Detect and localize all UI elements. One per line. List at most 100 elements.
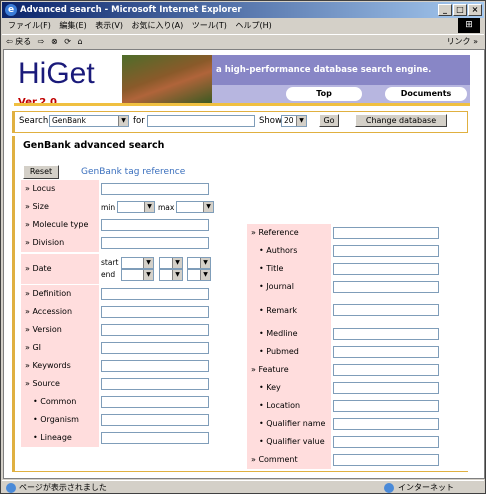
refresh-icon[interactable]: ⟳: [64, 37, 71, 46]
menu-help[interactable]: ヘルプ(H): [235, 21, 271, 30]
zone-text: インターネット: [398, 483, 454, 492]
keywords-input[interactable]: [101, 360, 209, 372]
database-select[interactable]: GenBank ▼: [49, 115, 129, 127]
reset-button[interactable]: Reset: [23, 165, 59, 179]
field-label: • Title: [247, 260, 331, 278]
field-label: • Journal: [247, 278, 331, 296]
remark-input[interactable]: [333, 304, 439, 316]
chevron-down-icon: ▼: [296, 116, 306, 126]
field-label: » Definition: [21, 285, 99, 303]
size-min-select[interactable]: ▼: [117, 201, 155, 213]
organism-input[interactable]: [101, 414, 209, 426]
authors-input[interactable]: [333, 245, 439, 257]
window-title: Advanced search - Microsoft Internet Exp…: [20, 5, 242, 15]
division-input[interactable]: [101, 237, 209, 249]
key-input[interactable]: [333, 382, 439, 394]
date-end-select-3[interactable]: ▼: [187, 269, 211, 281]
field-row-qualifier-value: • Qualifier value: [247, 433, 447, 451]
maximize-button[interactable]: □: [453, 4, 467, 16]
menu-view[interactable]: 表示(V): [95, 21, 123, 30]
comment-input[interactable]: [333, 454, 439, 466]
field-label: » Version: [21, 321, 99, 339]
close-button[interactable]: ×: [468, 4, 482, 16]
date-start-select-2[interactable]: ▼: [159, 257, 183, 269]
chevron-down-icon: ▼: [118, 116, 128, 126]
locus-input[interactable]: [101, 183, 209, 195]
date-start-select-3[interactable]: ▼: [187, 257, 211, 269]
search-input[interactable]: [147, 115, 255, 127]
lineage-input[interactable]: [101, 432, 209, 444]
menu-bar: ファイル(F) 編集(E) 表示(V) お気に入り(A) ツール(T) ヘルプ(…: [2, 18, 484, 33]
title-input[interactable]: [333, 263, 439, 275]
journal-input[interactable]: [333, 281, 439, 293]
date-start-select-1[interactable]: ▼: [121, 257, 154, 269]
field-row-feature: » Feature: [247, 361, 447, 379]
version-input[interactable]: [101, 324, 209, 336]
qualifier-name-input[interactable]: [333, 418, 439, 430]
location-input[interactable]: [333, 400, 439, 412]
field-label: • Key: [247, 379, 331, 397]
field-row-medline: • Medline: [247, 325, 447, 343]
molecule-type-input[interactable]: [101, 219, 209, 231]
title-bar: e Advanced search - Microsoft Internet E…: [2, 2, 484, 18]
field-label: » Source: [21, 375, 99, 393]
field-row-journal: • Journal: [247, 278, 447, 296]
field-label: » Accession: [21, 303, 99, 321]
field-row-key: • Key: [247, 379, 447, 397]
feature-input[interactable]: [333, 364, 439, 376]
date-end-select-2[interactable]: ▼: [159, 269, 183, 281]
field-label: » Locus: [21, 180, 99, 198]
page-done-icon: [6, 483, 16, 493]
field-row-organism: • Organism: [21, 411, 221, 429]
chevron-down-icon: ▼: [143, 270, 153, 280]
size-max-select[interactable]: ▼: [176, 201, 214, 213]
chevron-down-icon: ▼: [172, 270, 182, 280]
chevron-down-icon: ▼: [200, 270, 210, 280]
nav-documents[interactable]: Documents: [385, 87, 467, 101]
menu-edit[interactable]: 編集(E): [59, 21, 86, 30]
home-icon[interactable]: ⌂: [78, 37, 83, 46]
field-label: » Comment: [247, 451, 331, 469]
field-row-definition: » Definition: [21, 285, 221, 303]
field-label: • Medline: [247, 325, 331, 343]
chevron-down-icon: ▼: [144, 202, 154, 212]
reference-input[interactable]: [333, 227, 439, 239]
pubmed-input[interactable]: [333, 346, 439, 358]
accession-input[interactable]: [101, 306, 209, 318]
page-content: HiGet Ver.2.0 a high-performance databas…: [3, 49, 485, 479]
links-button[interactable]: リンク »: [447, 35, 478, 48]
field-row-location: • Location: [247, 397, 447, 415]
qualifier-value-input[interactable]: [333, 436, 439, 448]
field-label: » Reference: [247, 224, 331, 242]
nav-top[interactable]: Top: [286, 87, 362, 101]
menu-tools[interactable]: ツール(T): [192, 21, 227, 30]
stop-icon[interactable]: ⊗: [51, 37, 58, 46]
for-label: for: [133, 116, 145, 126]
go-button[interactable]: Go: [319, 114, 339, 127]
definition-input[interactable]: [101, 288, 209, 300]
menu-favorites[interactable]: お気に入り(A): [132, 21, 184, 30]
field-row-remark: • Remark: [247, 296, 447, 325]
windows-logo-icon: ⊞: [458, 18, 480, 33]
change-database-button[interactable]: Change database: [355, 114, 447, 127]
menu-file[interactable]: ファイル(F): [8, 21, 51, 30]
field-label: » Feature: [247, 361, 331, 379]
genbank-tag-reference-link[interactable]: GenBank tag reference: [81, 167, 185, 177]
source-input[interactable]: [101, 378, 209, 390]
field-label: • Remark: [247, 296, 331, 325]
field-row-gi: » GI: [21, 339, 221, 357]
gi-input[interactable]: [101, 342, 209, 354]
chevron-down-icon: ▼: [203, 202, 213, 212]
medline-input[interactable]: [333, 328, 439, 340]
field-label: » GI: [21, 339, 99, 357]
date-end-select-1[interactable]: ▼: [121, 269, 154, 281]
field-row-qualifier-name: • Qualifier name: [247, 415, 447, 433]
show-count-select[interactable]: 20 ▼: [281, 115, 307, 127]
field-row-title: • Title: [247, 260, 447, 278]
back-button[interactable]: ⇦ 戻る: [6, 37, 31, 46]
forward-button[interactable]: ⇨: [38, 37, 45, 46]
minimize-button[interactable]: _: [438, 4, 452, 16]
field-label: » Division: [21, 234, 99, 252]
field-row-locus: » Locus: [21, 180, 221, 198]
common-input[interactable]: [101, 396, 209, 408]
